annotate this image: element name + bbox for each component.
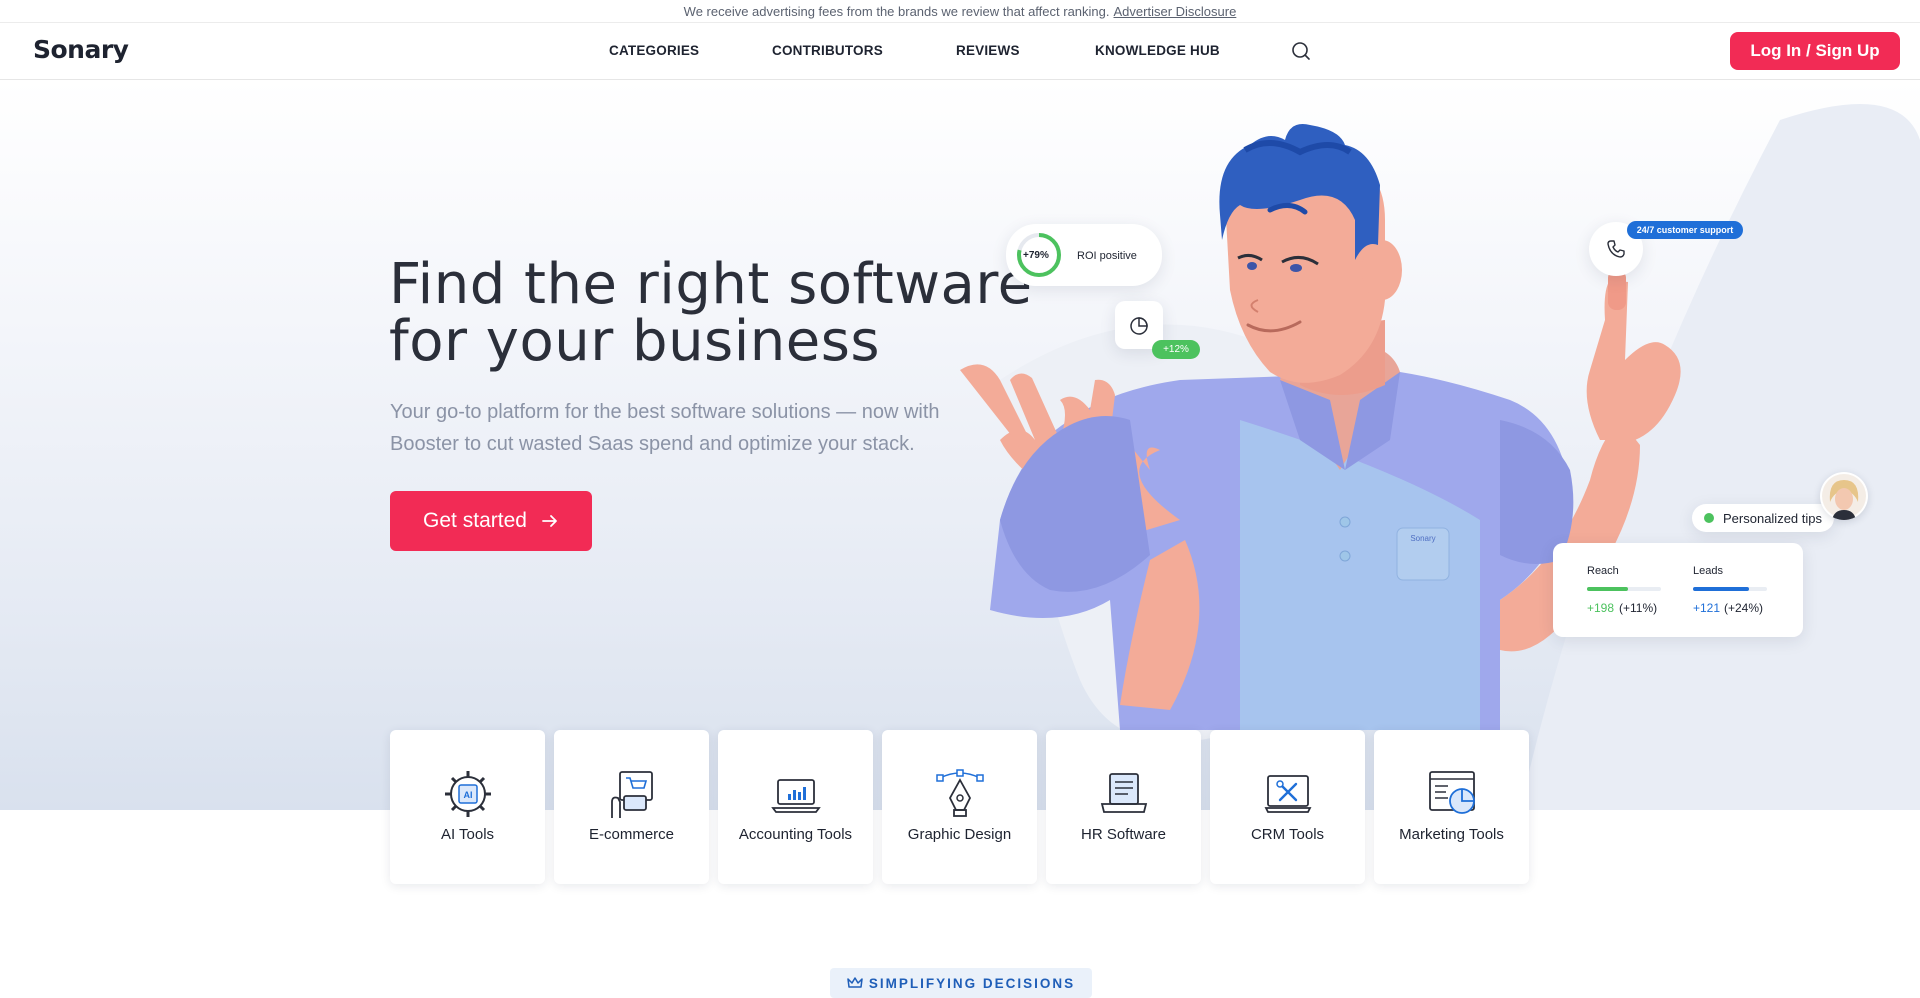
category-label: Accounting Tools — [738, 826, 853, 843]
category-label: CRM Tools — [1250, 826, 1325, 843]
search-icon[interactable] — [1289, 39, 1313, 63]
category-label: Marketing Tools — [1399, 826, 1504, 843]
hr-document-icon — [1100, 773, 1147, 813]
phone-icon — [1607, 240, 1625, 258]
category-label: E-commerce — [588, 826, 674, 843]
category-card-accounting-tools[interactable]: Accounting Tools — [718, 730, 873, 884]
advisor-face-icon — [1822, 474, 1866, 520]
advertiser-notice-bar: We receive advertising fees from the bra… — [0, 0, 1920, 23]
leads-progress-track — [1693, 587, 1767, 591]
category-card-ecommerce[interactable]: E-commerce — [554, 730, 709, 884]
nav-contributors[interactable]: CONTRIBUTORS — [772, 43, 883, 58]
support-label-badge: 24/7 customer support — [1627, 221, 1743, 239]
category-card-ai-tools[interactable]: AI AI Tools — [390, 730, 545, 884]
leads-percent: (+24%) — [1724, 601, 1764, 615]
shirt-logo: Sonary — [1410, 534, 1435, 543]
hero-subtitle-line1: Your go-to platform for the best softwar… — [390, 401, 940, 423]
tips-label: Personalized tips — [1723, 511, 1822, 526]
reach-leads-card: Reach +198 (+11%) Leads +121 (+24%) — [1553, 543, 1803, 637]
leads-progress-fill — [1693, 587, 1749, 591]
category-card-graphic-design[interactable]: Graphic Design — [882, 730, 1037, 884]
reach-label: Reach — [1587, 565, 1619, 577]
nav-categories[interactable]: CATEGORIES — [609, 43, 699, 58]
reach-progress-fill — [1587, 587, 1628, 591]
nav-reviews[interactable]: REVIEWS — [956, 43, 1020, 58]
site-header: Sonary CATEGORIES CONTRIBUTORS REVIEWS K… — [0, 23, 1920, 80]
category-card-marketing-tools[interactable]: Marketing Tools — [1374, 730, 1529, 884]
crm-tools-icon — [1264, 775, 1311, 813]
leads-value: +121 — [1693, 601, 1721, 615]
tips-status-dot — [1704, 513, 1714, 523]
roi-label: ROI positive — [1077, 250, 1137, 262]
reach-progress-track — [1587, 587, 1661, 591]
roi-value: +79% — [1023, 250, 1049, 261]
arrow-right-icon — [542, 515, 557, 527]
laptop-chart-icon — [770, 779, 821, 813]
hero-title-line2: for your business — [389, 309, 881, 374]
advertiser-disclosure-link[interactable]: Advertiser Disclosure — [1114, 4, 1237, 19]
section-badge-label: SIMPLIFYING DECISIONS — [868, 975, 1076, 991]
ecommerce-icon — [610, 771, 653, 818]
get-started-label: Get started — [423, 509, 527, 532]
pen-tool-icon — [935, 769, 984, 817]
advertiser-notice-text: We receive advertising fees from the bra… — [683, 3, 1110, 19]
marketing-chart-icon — [1428, 771, 1475, 814]
sonary-logo[interactable]: Sonary — [33, 35, 129, 64]
personalized-tips-pill: Personalized tips — [1692, 504, 1834, 532]
ai-gear-icon: AI — [444, 771, 491, 817]
crown-icon — [847, 977, 863, 988]
hero-subtitle-line2: Booster to cut wasted Saas spend and opt… — [390, 433, 915, 455]
pie-chart-icon — [1130, 317, 1148, 335]
category-label: Graphic Design — [907, 826, 1012, 843]
reach-percent: (+11%) — [1619, 601, 1658, 615]
category-label: HR Software — [1080, 826, 1167, 843]
category-card-crm-tools[interactable]: CRM Tools — [1210, 730, 1365, 884]
login-signup-button[interactable]: Log In / Sign Up — [1730, 32, 1900, 70]
nav-knowledge-hub[interactable]: KNOWLEDGE HUB — [1095, 43, 1220, 58]
advisor-avatar — [1820, 472, 1868, 520]
reach-value: +198 — [1587, 601, 1615, 615]
roi-widget: +79% ROI positive — [1006, 224, 1162, 286]
get-started-button[interactable]: Get started — [390, 491, 592, 551]
category-cards: AI AI Tools E-commerce Accounting Tools — [390, 730, 1529, 884]
pie-change-badge: +12% — [1152, 340, 1200, 359]
category-label: AI Tools — [440, 826, 495, 843]
category-card-hr-software[interactable]: HR Software — [1046, 730, 1201, 884]
simplifying-decisions-badge: SIMPLIFYING DECISIONS — [830, 968, 1092, 998]
svg-text:AI: AI — [463, 790, 472, 800]
leads-label: Leads — [1693, 565, 1723, 577]
